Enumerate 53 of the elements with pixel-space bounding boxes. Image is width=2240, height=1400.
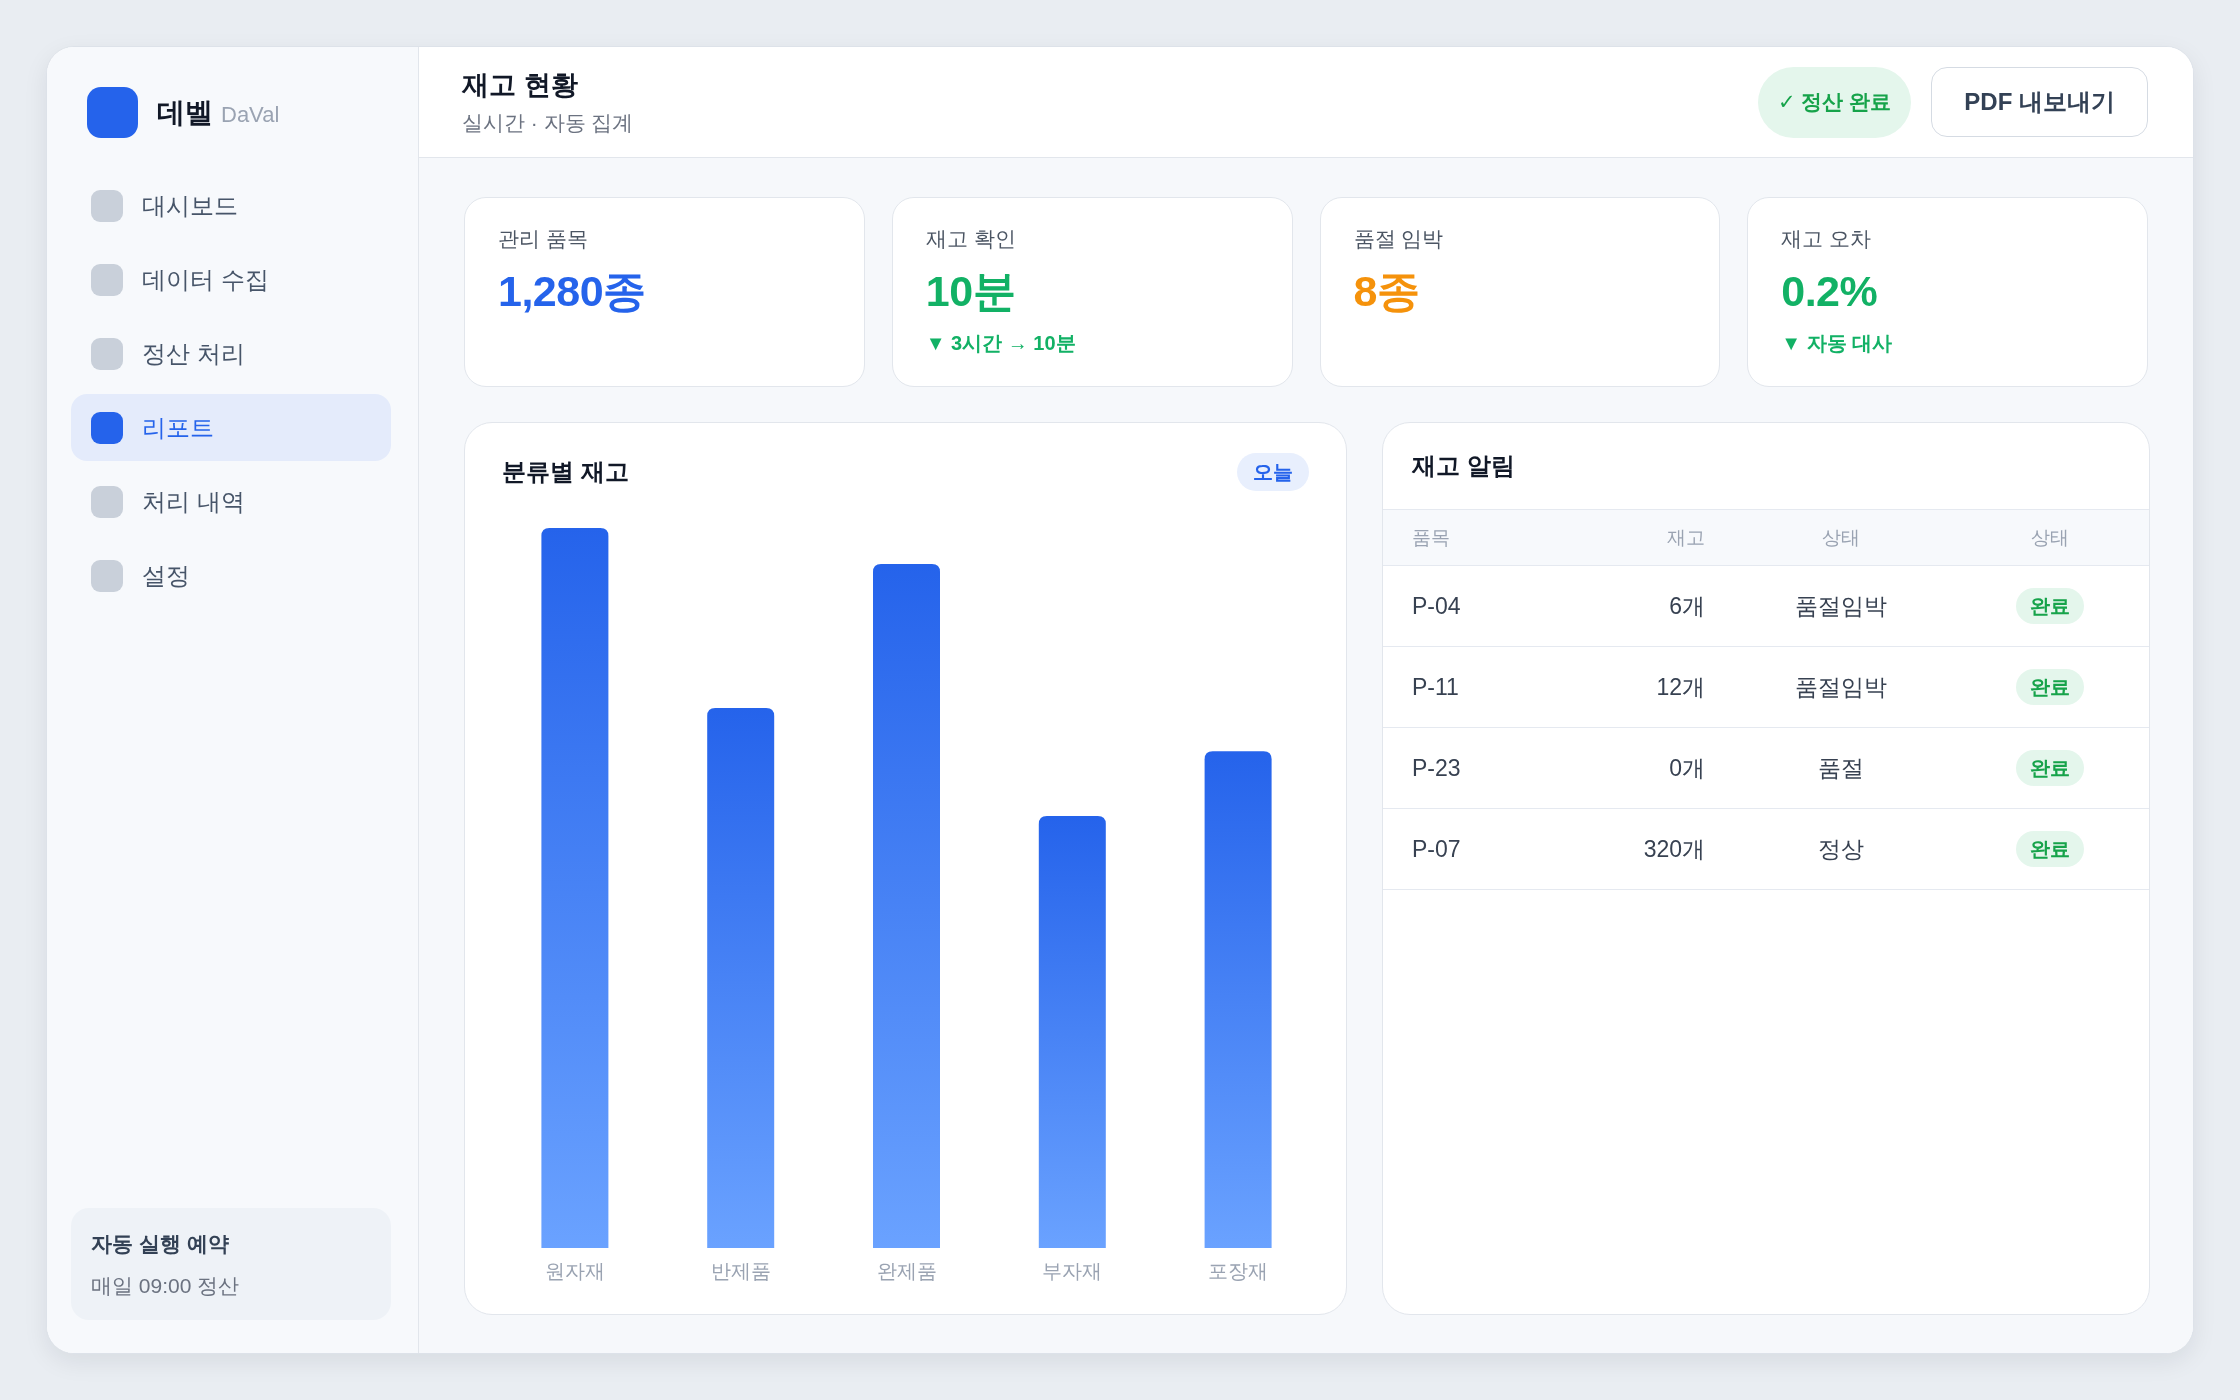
- kpi-value: 8종: [1353, 266, 1420, 317]
- table-cell-text: 12개: [1656, 672, 1705, 702]
- export-button[interactable]: PDF 내보내기: [1931, 67, 2148, 137]
- status-badge: 완료: [2015, 831, 2084, 867]
- table-title: 재고 알림: [1412, 451, 1515, 481]
- table-cell: P-07: [1412, 835, 1461, 863]
- period-badge: 오늘: [1237, 453, 1309, 491]
- table-cell-text: 0개: [1669, 753, 1705, 783]
- logo-icon: [87, 87, 138, 138]
- kpi-label: 품절 임박: [1353, 226, 1444, 252]
- table-header-cell-text: 상태: [1822, 525, 1860, 550]
- kpi-label: 재고 확인: [925, 226, 1016, 252]
- table-cell-text: 정상: [1818, 834, 1864, 864]
- kpi-note: ▼ 자동 대사: [1781, 331, 1893, 356]
- nav-item[interactable]: 처리 내역: [71, 468, 391, 535]
- status-badge: 완료: [2015, 750, 2084, 786]
- table-cell: P-11: [1412, 673, 1459, 701]
- status-pill: ✓ 정산 완료: [1758, 66, 1912, 138]
- kpi-note: ▼ 3시간 → 10분: [925, 331, 1076, 356]
- nav-item[interactable]: 데이터 수집: [71, 246, 391, 313]
- table-cell-text: 품절: [1818, 753, 1864, 783]
- kpi-value: 0.2%: [1781, 266, 1878, 317]
- table-cell: P-04: [1412, 592, 1461, 620]
- nav-item[interactable]: 정산 처리: [71, 320, 391, 387]
- axis-label: 반제품: [710, 1260, 771, 1282]
- nav-item[interactable]: 대시보드: [71, 172, 391, 239]
- kpi-label: 관리 품목: [498, 226, 588, 252]
- status-badge: 완료: [2015, 588, 2084, 624]
- axis-label: 원자재: [544, 1260, 605, 1282]
- kpi-label: 재고 오차: [1781, 226, 1872, 252]
- table-cell-text: 6개: [1669, 591, 1705, 621]
- table-header-cell-text: 재고: [1667, 525, 1705, 550]
- table-cell-text: 품절임박: [1795, 591, 1887, 621]
- brand-subtitle: DaVal: [221, 101, 280, 128]
- table-header-cell-text: 품목: [1412, 525, 1450, 550]
- table-cell-text: 320개: [1643, 834, 1705, 864]
- status-badge: 완료: [2015, 669, 2084, 705]
- chart-title: 분류별 재고: [502, 457, 629, 487]
- axis-label: 부자재: [1042, 1260, 1103, 1282]
- table-cell: P-23: [1412, 754, 1461, 782]
- brand-name: 데벨: [157, 95, 213, 130]
- table-header-cell-text: 상태: [2030, 525, 2069, 550]
- page-title: 재고 현황: [462, 69, 579, 102]
- schedule-detail: 매일 09:00 정산: [91, 1273, 241, 1299]
- axis-label: 포장재: [1208, 1260, 1269, 1282]
- schedule-title: 자동 실행 예약: [91, 1231, 230, 1257]
- table-cell-text: 품절임박: [1795, 672, 1887, 702]
- nav-item[interactable]: 리포트: [71, 394, 391, 461]
- kpi-value: 1,280종: [498, 266, 646, 317]
- axis-label: 완제품: [876, 1260, 937, 1282]
- kpi-value: 10분: [925, 266, 1016, 317]
- nav-item[interactable]: 설정: [71, 542, 391, 609]
- page-subtitle: 실시간 · 자동 집계: [462, 110, 634, 136]
